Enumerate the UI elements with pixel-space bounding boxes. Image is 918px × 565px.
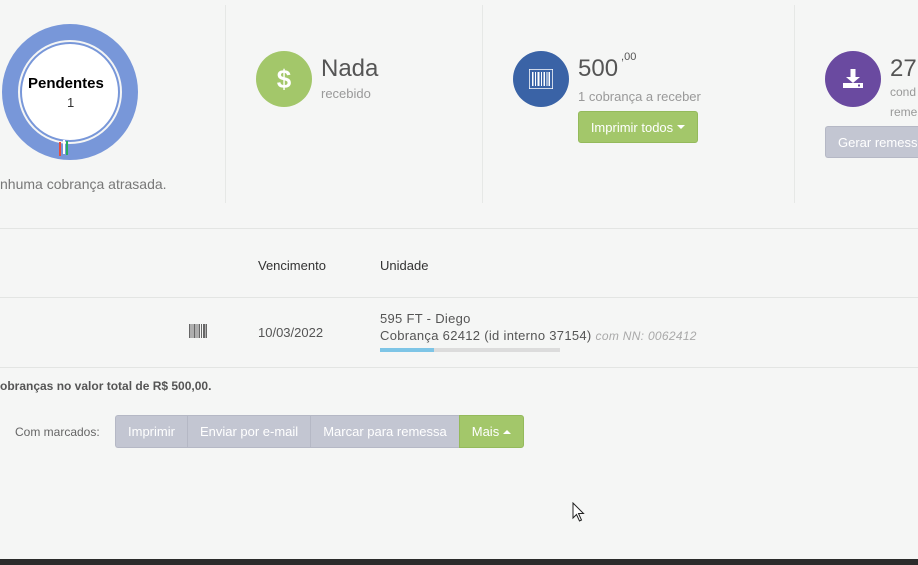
to-receive-label: 1 cobrança a receber: [578, 89, 701, 104]
barcode-icon: [513, 51, 569, 107]
column-divider: [794, 5, 795, 203]
with-marked-label: Com marcados:: [15, 425, 100, 439]
dollar-icon: $: [256, 51, 312, 107]
pending-donut-chart[interactable]: [0, 22, 140, 162]
send-email-button[interactable]: Enviar por e-mail: [186, 415, 311, 448]
divider: [0, 367, 918, 368]
print-button[interactable]: Imprimir: [115, 415, 187, 448]
remittance-label-line1: cond: [890, 85, 917, 99]
total-summary: obranças no valor total de R$ 500,00.: [0, 379, 212, 393]
more-button[interactable]: Mais: [458, 415, 525, 448]
table-header-divider: [0, 297, 918, 298]
column-divider: [225, 5, 226, 203]
barcode-icon[interactable]: [189, 324, 207, 343]
download-icon: [825, 51, 881, 107]
late-charges-text: nhuma cobrança atrasada.: [0, 176, 167, 192]
received-value: Nada: [321, 55, 379, 82]
charge-detail: Cobrança 62412 (id interno 37154) com NN:…: [380, 328, 697, 343]
mark-remittance-button[interactable]: Marcar para remessa: [310, 415, 459, 448]
stats-panel: Pendentes 1 nhuma cobrança atrasada. $ N…: [0, 0, 918, 205]
charge-id: Cobrança 62412 (id interno 37154): [380, 328, 592, 343]
generate-remittance-button[interactable]: Gerar remessa: [825, 126, 918, 158]
chevron-down-icon: [677, 125, 686, 129]
received-label: recebido: [321, 86, 371, 101]
charge-progress-bar: [380, 348, 560, 352]
column-header-due[interactable]: Vencimento: [258, 258, 326, 273]
charge-progress-fill: [380, 348, 434, 352]
print-all-button[interactable]: Imprimir todos: [578, 111, 698, 143]
generate-remittance-label: Gerar remessa: [838, 134, 918, 150]
column-divider: [482, 5, 483, 203]
donut-ring: [2, 24, 138, 160]
chevron-up-icon: [503, 429, 512, 434]
to-receive-amount: 500: [578, 55, 619, 82]
mouse-cursor-icon: [572, 501, 586, 527]
bottom-bar: [0, 559, 918, 565]
more-label: Mais: [471, 424, 500, 439]
to-receive-value: 500,00: [578, 51, 636, 83]
remittance-label-line2: reme: [890, 105, 918, 119]
to-receive-cents: ,00: [621, 51, 637, 63]
print-all-label: Imprimir todos: [590, 119, 674, 135]
due-date: 10/03/2022: [258, 325, 324, 340]
pending-title: Pendentes: [28, 75, 104, 92]
remittance-value: 27: [890, 55, 917, 82]
bulk-actions-group: Imprimir Enviar por e-mail Marcar para r…: [115, 415, 525, 448]
nosso-numero: com NN: 0062412: [595, 329, 697, 343]
pending-count: 1: [67, 95, 75, 110]
divider: [0, 228, 918, 229]
column-header-unit[interactable]: Unidade: [380, 258, 428, 273]
unit-name[interactable]: 595 FT - Diego: [380, 311, 471, 326]
